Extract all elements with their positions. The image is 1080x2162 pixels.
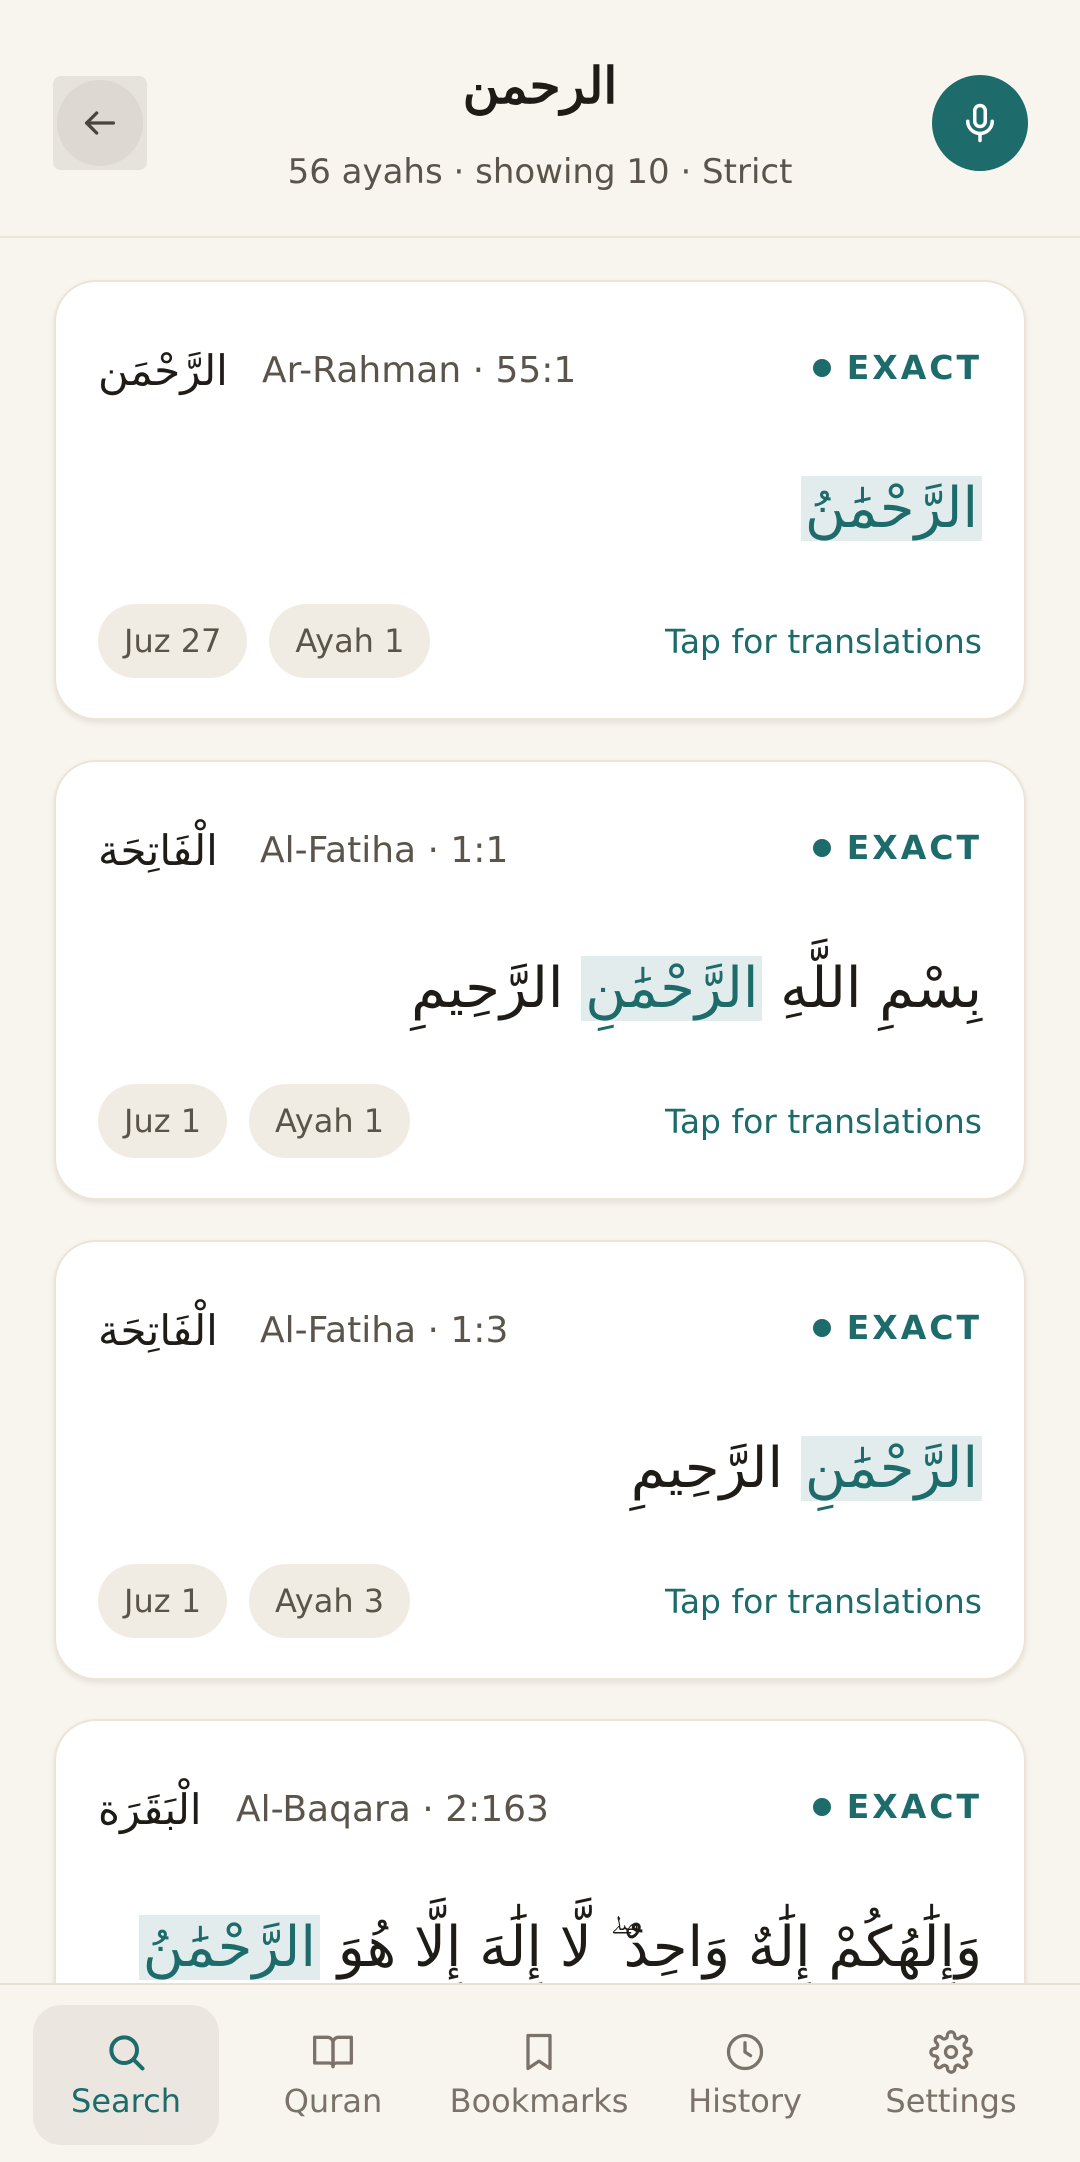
surah-reference: Al-Baqara · 2:163 [236, 1789, 549, 1830]
translations-link[interactable]: Tap for translations [665, 1102, 982, 1141]
ayah-chips: Juz 1 Ayah 1 [98, 1084, 411, 1158]
ayah-match-highlight: الرَّحْمَٰنُ [138, 1915, 320, 1980]
nav-item-search[interactable]: Search [33, 2005, 219, 2145]
ayah-number-chip: Ayah 1 [269, 604, 431, 678]
top-bar: الرحمن 56 ayahs · showing 10 · Strict [0, 0, 1080, 238]
nav-item-history[interactable]: History [652, 2005, 838, 2145]
ayah-text-after: الرَّحِيمِ [630, 1436, 784, 1501]
bookmark-icon [526, 2033, 552, 2071]
result-card[interactable]: الْفَاتِحَة Al-Fatiha · 1:3 EXACT الرَّح… [54, 1240, 1026, 1680]
result-card[interactable]: الْفَاتِحَة Al-Fatiha · 1:1 EXACT بِسْمِ… [54, 760, 1026, 1200]
translations-link[interactable]: Tap for translations [665, 1582, 982, 1621]
ayah-text: وَإِلَٰهُكُمْ إِلَٰهٌ وَاحِدٌ ۖ لَّا إِل… [138, 1889, 982, 1983]
gear-icon [929, 2030, 973, 2074]
voice-search-button[interactable] [932, 75, 1028, 171]
status-dot-icon [812, 1797, 831, 1816]
match-badge-label: EXACT [846, 1308, 982, 1347]
surah-reference: Ar-Rahman · 55:1 [262, 350, 577, 391]
clock-icon [726, 2033, 764, 2071]
results-list[interactable]: الرَّحْمَن Ar-Rahman · 55:1 EXACT الرَّح… [0, 238, 1080, 1983]
book-icon [313, 2035, 353, 2069]
match-badge: EXACT [812, 1787, 982, 1826]
result-card[interactable]: الرَّحْمَن Ar-Rahman · 55:1 EXACT الرَّح… [54, 280, 1026, 720]
ayah-number-chip: Ayah 3 [249, 1564, 411, 1638]
match-badge-label: EXACT [846, 828, 982, 867]
status-dot-icon [812, 358, 831, 377]
nav-label: Settings [885, 2082, 1017, 2120]
juz-chip: Juz 1 [98, 1564, 228, 1638]
microphone-icon [966, 103, 994, 143]
result-summary: 56 ayahs · showing 10 · Strict [287, 152, 793, 192]
ayah-match-highlight: الرَّحْمَٰنُ [800, 476, 982, 541]
ayah-text-before: وَإِلَٰهُكُمْ إِلَٰهٌ وَاحِدٌ ۖ لَّا إِل… [337, 1915, 982, 1980]
result-card[interactable]: الْبَقَرَة Al-Baqara · 2:163 EXACT وَإِل… [54, 1719, 1026, 1983]
ayah-text: الرَّحْمَٰنُ [800, 450, 982, 568]
match-badge-label: EXACT [846, 1787, 982, 1826]
nav-label: Bookmarks [449, 2082, 629, 2120]
nav-item-quran[interactable]: Quran [240, 2005, 426, 2145]
surah-name-arabic: الْفَاتِحَة [98, 1306, 218, 1355]
ayah-text: بِسْمِ اللَّهِ الرَّحْمَٰنِ الرَّحِيمِ [411, 930, 982, 1048]
ayah-number-chip: Ayah 1 [249, 1084, 411, 1158]
match-badge: EXACT [812, 348, 982, 387]
surah-name-arabic: الْبَقَرَة [98, 1785, 202, 1834]
ayah-text-before: بِسْمِ اللَّهِ [780, 956, 982, 1021]
surah-reference: Al-Fatiha · 1:3 [260, 1310, 509, 1351]
surah-reference: Al-Fatiha · 1:1 [260, 830, 509, 871]
ayah-chips: Juz 1 Ayah 3 [98, 1564, 411, 1638]
nav-label: Search [71, 2082, 181, 2120]
status-dot-icon [812, 838, 831, 857]
translations-link[interactable]: Tap for translations [665, 622, 982, 661]
page-title: الرحمن [462, 56, 618, 115]
nav-item-settings[interactable]: Settings [858, 2005, 1044, 2145]
status-dot-icon [812, 1318, 831, 1337]
bottom-navigation: Search Quran Bookmarks History Settings [0, 1983, 1080, 2162]
surah-name-arabic: الرَّحْمَن [98, 346, 228, 395]
nav-label: Quran [283, 2082, 383, 2120]
search-icon [109, 2035, 145, 2071]
nav-item-bookmarks[interactable]: Bookmarks [446, 2005, 632, 2145]
ayah-text-after: الرَّحِيمِ [411, 956, 564, 1021]
match-badge: EXACT [812, 1308, 982, 1347]
ayah-text: الرَّحْمَٰنِ الرَّحِيمِ [631, 1410, 982, 1528]
ayah-match-highlight: الرَّحْمَٰنِ [581, 956, 763, 1021]
match-badge-label: EXACT [846, 348, 982, 387]
nav-label: History [688, 2082, 802, 2120]
juz-chip: Juz 27 [98, 604, 248, 678]
surah-name-arabic: الْفَاتِحَة [98, 826, 218, 875]
ayah-chips: Juz 27 Ayah 1 [98, 604, 431, 678]
match-badge: EXACT [812, 828, 982, 867]
juz-chip: Juz 1 [98, 1084, 228, 1158]
ayah-match-highlight: الرَّحْمَٰنِ [800, 1436, 982, 1501]
